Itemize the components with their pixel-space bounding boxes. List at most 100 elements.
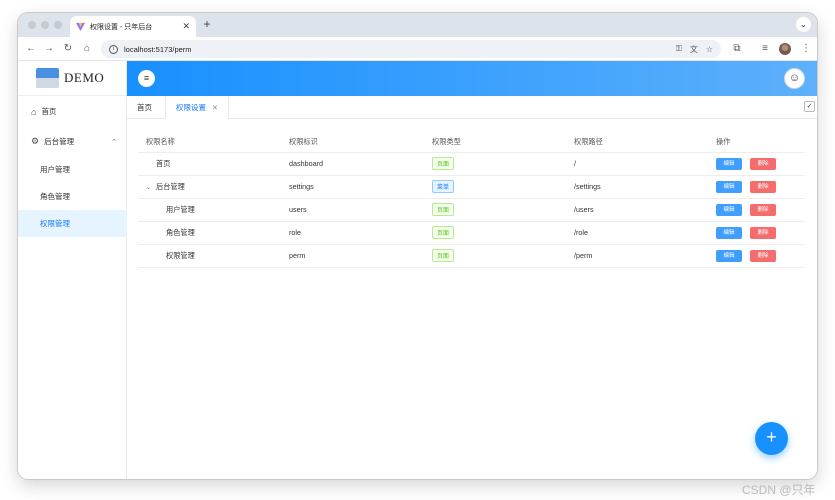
main-area: ≡ ☺ 首页 权限设置 ✕ ✓ <box>127 61 817 479</box>
column-header: 权限类型 <box>424 132 566 153</box>
perm-path: /role <box>574 228 588 237</box>
app-root: DEMO ⌂ 首页 ⚙ 后台管理 ⌃ 用户管理 角色管理 权限管理 ≡ ☺ 首页… <box>18 61 817 479</box>
tag-label: 权限设置 <box>176 103 206 112</box>
chevron-up-icon: ⌃ <box>111 138 117 146</box>
perm-key: settings <box>289 182 314 191</box>
watermark-text: CSDN @只年 <box>742 483 816 497</box>
home-icon: ⌂ <box>31 106 37 117</box>
browser-profile-avatar[interactable] <box>779 43 791 55</box>
minimize-window-dot[interactable] <box>41 21 49 29</box>
tab-close-icon[interactable]: ✕ <box>182 21 190 32</box>
sidebar-item-roles[interactable]: 角色管理 <box>18 183 127 210</box>
sidebar-item-label: 首页 <box>41 107 57 116</box>
browser-menu-icon[interactable]: ⋮ <box>799 42 813 56</box>
column-header: 操作 <box>708 132 805 153</box>
perm-type-badge: 菜单 <box>432 180 455 193</box>
tag-current[interactable]: 权限设置 ✕ <box>165 96 229 119</box>
perm-type-badge: 页面 <box>432 157 455 170</box>
perm-path: / <box>574 159 576 168</box>
extensions-icon[interactable]: ⧉ <box>730 42 744 56</box>
reading-list-icon[interactable]: ≡ <box>758 42 772 56</box>
edit-button[interactable]: 编辑 <box>716 203 742 216</box>
close-window-dot[interactable] <box>28 21 36 29</box>
tab-search-icon[interactable]: ⌄ <box>796 17 811 32</box>
home-browser-icon[interactable]: ⌂ <box>80 42 94 56</box>
edit-button[interactable]: 编辑 <box>716 157 742 170</box>
forward-icon[interactable]: → <box>42 42 56 56</box>
table-row: 角色管理 role 页面 /role 编辑 删除 <box>138 221 805 245</box>
perm-name: 首页 <box>156 158 171 168</box>
edit-button[interactable]: 编辑 <box>716 226 742 239</box>
perm-path: /settings <box>574 182 601 191</box>
perm-type-badge: 页面 <box>432 203 455 216</box>
perm-type-badge: 页面 <box>432 226 455 239</box>
maximize-window-dot[interactable] <box>54 21 62 29</box>
delete-button[interactable]: 删除 <box>750 249 776 262</box>
check-icon[interactable]: ✓ <box>804 101 815 112</box>
permission-table: 权限名称 权限标识 权限类型 权限路径 操作 首页 dashboard 页面 /… <box>138 132 805 268</box>
top-header: ≡ ☺ <box>127 61 817 96</box>
new-tab-icon[interactable]: + <box>200 17 214 31</box>
edit-button[interactable]: 编辑 <box>716 180 742 193</box>
delete-button[interactable]: 删除 <box>750 180 776 193</box>
tag-bar: 首页 权限设置 ✕ ✓ <box>127 96 817 119</box>
logo: DEMO <box>18 61 126 96</box>
perm-key: dashboard <box>289 159 323 168</box>
table-row: 首页 dashboard 页面 / 编辑 删除 <box>138 152 805 176</box>
perm-path: /users <box>574 205 594 214</box>
column-header: 权限名称 <box>138 132 281 153</box>
reload-icon[interactable]: ↻ <box>61 42 75 56</box>
url-text[interactable]: localhost:5173/perm <box>124 45 668 54</box>
add-float-button[interactable]: + <box>755 422 788 455</box>
menu-toggle-icon[interactable]: ≡ <box>138 70 155 87</box>
table-row: 用户管理 users 页面 /users 编辑 删除 <box>138 198 805 222</box>
vite-favicon-icon <box>76 22 85 31</box>
perm-key: perm <box>289 251 306 260</box>
logo-text: DEMO <box>64 70 105 85</box>
delete-button[interactable]: 删除 <box>750 157 776 170</box>
sidebar-item-label: 用户管理 <box>40 165 70 174</box>
sidebar-item-users[interactable]: 用户管理 <box>18 156 127 183</box>
perm-type-badge: 页面 <box>432 249 455 262</box>
browser-tab-title: 权限设置 - 只年后台 <box>90 23 153 31</box>
bookmark-star-icon[interactable]: ☆ <box>706 45 713 54</box>
perm-name: 权限管理 <box>166 250 195 260</box>
sidebar-item-permissions[interactable]: 权限管理 <box>18 210 127 237</box>
tag-label: 首页 <box>137 103 152 112</box>
sidebar-item-label: 权限管理 <box>40 219 70 228</box>
back-icon[interactable]: ← <box>24 42 38 56</box>
perm-path: /perm <box>574 251 593 260</box>
site-info-icon[interactable]: i <box>109 44 118 54</box>
browser-toolbar: ← → ↻ ⌂ i localhost:5173/perm ⚿ 文 ☆ ⧉ ≡ … <box>18 37 817 61</box>
gear-icon: ⚙ <box>31 136 40 146</box>
perm-name: 角色管理 <box>166 227 195 237</box>
sidebar-item-admin[interactable]: ⚙ 后台管理 ⌃ <box>18 128 127 155</box>
table-header-row: 权限名称 权限标识 权限类型 权限路径 操作 <box>138 132 805 153</box>
address-bar[interactable]: i localhost:5173/perm ⚿ 文 ☆ <box>101 40 721 58</box>
sidebar: DEMO ⌂ 首页 ⚙ 后台管理 ⌃ 用户管理 角色管理 权限管理 <box>18 61 127 479</box>
delete-button[interactable]: 删除 <box>750 226 776 239</box>
perm-key: users <box>289 205 307 214</box>
perm-name: 用户管理 <box>166 204 195 214</box>
sidebar-item-label: 后台管理 <box>44 137 75 146</box>
delete-button[interactable]: 删除 <box>750 203 776 216</box>
translate-icon[interactable]: 文 <box>690 44 698 55</box>
user-avatar[interactable]: ☺ <box>784 68 805 89</box>
browser-tab[interactable]: 权限设置 - 只年后台 ✕ <box>70 16 196 37</box>
column-header: 权限标识 <box>281 132 424 153</box>
sidebar-item-home[interactable]: ⌂ 首页 <box>18 98 127 125</box>
perm-name: 后台管理 <box>156 181 185 191</box>
browser-window: 权限设置 - 只年后台 ✕ + ⌄ ← → ↻ ⌂ i localhost:51… <box>18 13 817 479</box>
close-icon[interactable]: ✕ <box>212 104 218 112</box>
browser-tab-strip: 权限设置 - 只年后台 ✕ + ⌄ <box>18 13 817 37</box>
sidebar-item-label: 角色管理 <box>40 192 70 201</box>
perm-key: role <box>289 228 301 237</box>
tag-home[interactable]: 首页 <box>127 96 162 119</box>
column-header: 权限路径 <box>566 132 708 153</box>
table-row: 权限管理 perm 页面 /perm 编辑 删除 <box>138 244 805 268</box>
table-row: ⌄ 后台管理 settings 菜单 /settings 编辑 删除 <box>138 175 805 199</box>
key-icon[interactable]: ⚿ <box>676 44 682 54</box>
collapse-arrow-icon[interactable]: ⌄ <box>146 184 156 191</box>
logo-mark-icon <box>36 68 59 88</box>
edit-button[interactable]: 编辑 <box>716 249 742 262</box>
